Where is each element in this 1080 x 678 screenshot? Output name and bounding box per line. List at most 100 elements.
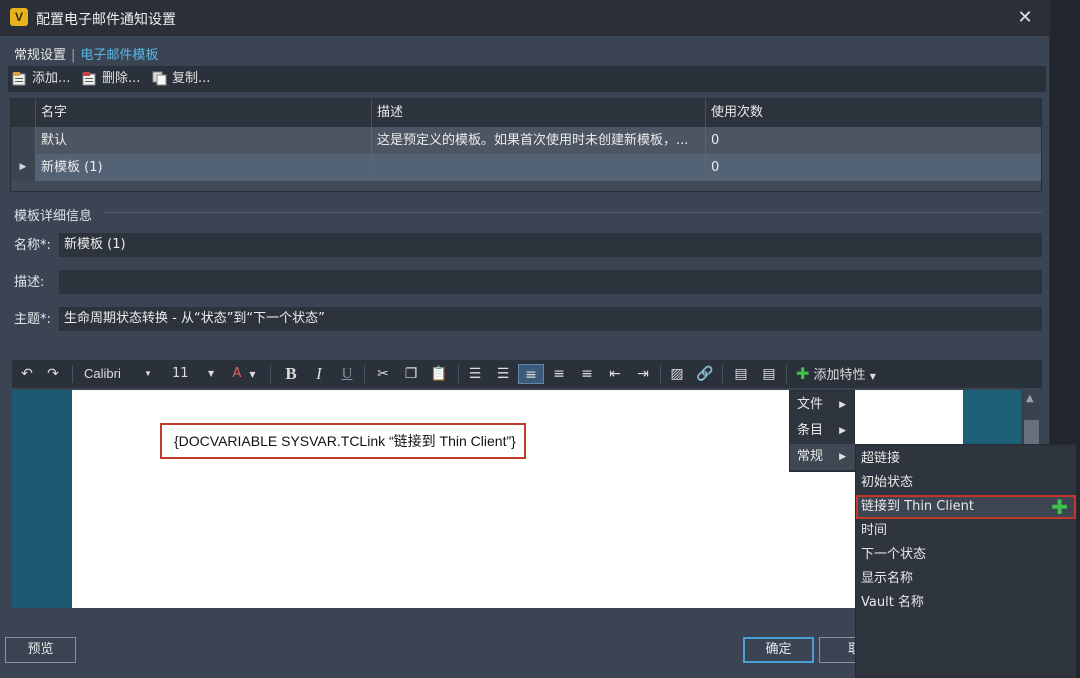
font-color-button[interactable]: A ▼ <box>224 364 264 384</box>
chevron-down-icon: ▼ <box>208 369 215 378</box>
menu-item-file[interactable]: 文件 ▶ <box>790 392 856 418</box>
menu-item-label: 文件 <box>797 397 824 412</box>
redo-icon[interactable]: ↷ <box>42 364 64 384</box>
editor-left-margin <box>12 390 72 608</box>
bold-icon[interactable]: B <box>280 364 302 384</box>
description-field[interactable] <box>59 270 1042 294</box>
column-header-count[interactable]: 使用次数 <box>705 99 1041 127</box>
name-field[interactable]: 新模板 (1) <box>59 233 1042 257</box>
add-property-button[interactable]: ✚ 添加特性 ▼ <box>792 364 886 384</box>
font-family-select[interactable]: Calibri ▼ <box>78 364 158 384</box>
template-toolbar: 添加... 删除... 复制... <box>8 66 1046 92</box>
submenu-item-time[interactable]: 时间 <box>856 519 1076 543</box>
window-title: 配置电子邮件通知设置 <box>36 12 176 28</box>
add-button-label: 添加... <box>32 71 71 86</box>
align-left-icon[interactable]: ≡ <box>518 364 544 384</box>
footer-icon[interactable]: ▤ <box>758 364 780 384</box>
font-size-select[interactable]: 11 ▼ <box>166 364 218 384</box>
cell-count: 0 <box>705 154 1041 181</box>
cell-description <box>371 154 705 181</box>
add-plus-icon[interactable]: ✚ <box>1051 497 1068 517</box>
copy-icon <box>152 71 167 86</box>
column-header-name[interactable]: 名字 <box>35 99 371 127</box>
general-submenu: 超链接 初始状态 链接到 Thin Client ✚ 时间 下一个状态 显示名称… <box>855 444 1077 678</box>
title-bar: V 配置电子邮件通知设置 ✕ <box>0 0 1049 36</box>
italic-icon[interactable]: I <box>308 364 330 384</box>
chevron-right-icon: ▶ <box>839 400 846 410</box>
font-family-value: Calibri <box>84 366 121 381</box>
tab-separator: | <box>71 48 76 63</box>
numbered-list-icon[interactable]: ☰ <box>492 364 514 384</box>
align-right-icon[interactable]: ≡ <box>576 364 598 384</box>
toolbar-separator <box>722 365 723 383</box>
font-color-icon: A <box>232 366 242 381</box>
add-plus-icon: ✚ <box>796 364 810 383</box>
copy-text-icon[interactable]: ❐ <box>400 364 422 384</box>
name-label: 名称*: <box>14 238 51 253</box>
row-indicator <box>11 127 35 154</box>
vault-app-icon: V <box>10 8 28 26</box>
submenu-item-label: 链接到 Thin Client <box>861 499 974 514</box>
cut-icon[interactable]: ✂ <box>372 364 394 384</box>
add-property-label: 添加特性 <box>813 368 866 383</box>
tab-strip: 常规设置 | 电子邮件模板 <box>14 44 158 63</box>
submenu-item-vault-name[interactable]: Vault 名称 <box>856 591 1076 615</box>
toolbar-separator <box>786 365 787 383</box>
submenu-item-next-state[interactable]: 下一个状态 <box>856 543 1076 567</box>
outdent-icon[interactable]: ⇤ <box>604 364 626 384</box>
column-header-description[interactable]: 描述 <box>371 99 705 127</box>
submenu-item-thin-client-link[interactable]: 链接到 Thin Client ✚ <box>856 495 1076 519</box>
chevron-right-icon: ▶ <box>839 452 846 462</box>
cell-description: 这是预定义的模板。如果首次使用时未创建新模板，... <box>371 127 705 154</box>
menu-item-item[interactable]: 条目 ▶ <box>790 418 856 444</box>
delete-button[interactable]: 删除... <box>80 70 140 88</box>
underline-icon[interactable]: U <box>336 364 358 384</box>
submenu-item-hyperlink[interactable]: 超链接 <box>856 447 1076 471</box>
font-size-value: 11 <box>172 366 189 381</box>
ok-button[interactable]: 确定 <box>743 637 814 663</box>
add-template-icon <box>12 72 26 86</box>
menu-item-label: 常规 <box>797 449 824 464</box>
insert-image-icon[interactable]: ▨ <box>666 364 688 384</box>
copy-button-label: 复制... <box>172 71 211 86</box>
toolbar-separator <box>660 365 661 383</box>
scroll-up-icon[interactable]: ▲ <box>1026 393 1034 404</box>
paste-icon[interactable]: 📋 <box>428 364 450 384</box>
align-center-icon[interactable]: ≡ <box>548 364 570 384</box>
insert-link-icon[interactable]: 🔗 <box>694 364 716 384</box>
table-row[interactable]: 默认 这是预定义的模板。如果首次使用时未创建新模板，... 0 <box>11 127 1041 154</box>
chevron-right-icon: ▶ <box>839 426 846 436</box>
subject-field[interactable]: 生命周期状态转换 - 从“状态”到“下一个状态” <box>59 307 1042 331</box>
chevron-down-icon: ▼ <box>144 369 152 378</box>
delete-template-icon <box>82 72 96 86</box>
close-icon[interactable]: ✕ <box>1012 6 1038 30</box>
chevron-down-icon: ▼ <box>869 372 876 381</box>
submenu-item-display-name[interactable]: 显示名称 <box>856 567 1076 591</box>
subject-label: 主题*: <box>14 312 51 327</box>
add-button[interactable]: 添加... <box>10 70 70 88</box>
cell-name: 默认 <box>35 127 371 154</box>
field-code-text[interactable]: {DOCVARIABLE SYSVAR.TCLink “链接到 Thin Cli… <box>160 423 526 459</box>
toolbar-separator <box>364 365 365 383</box>
template-table: 名字 描述 使用次数 默认 这是预定义的模板。如果首次使用时未创建新模板，...… <box>10 98 1042 192</box>
preview-button[interactable]: 预览 <box>5 637 76 663</box>
submenu-item-initial-state[interactable]: 初始状态 <box>856 471 1076 495</box>
toolbar-separator <box>72 365 73 383</box>
details-section-label: 模板详细信息 <box>14 209 93 224</box>
indent-icon[interactable]: ⇥ <box>632 364 654 384</box>
copy-button[interactable]: 复制... <box>150 70 210 88</box>
bullet-list-icon[interactable]: ☰ <box>464 364 486 384</box>
table-row-selected[interactable]: ▶ 新模板 (1) 0 <box>11 154 1041 181</box>
cell-count: 0 <box>705 127 1041 154</box>
table-header: 名字 描述 使用次数 <box>11 99 1041 127</box>
tab-general-settings[interactable]: 常规设置 <box>14 44 66 63</box>
tab-email-templates[interactable]: 电子邮件模板 <box>80 44 158 63</box>
menu-item-general[interactable]: 常规 ▶ <box>790 444 856 470</box>
undo-icon[interactable]: ↶ <box>16 364 38 384</box>
toolbar-separator <box>270 365 271 383</box>
chevron-down-icon: ▼ <box>249 370 256 379</box>
section-divider <box>104 212 1042 213</box>
current-row-arrow-icon: ▶ <box>11 154 35 181</box>
delete-button-label: 删除... <box>102 71 141 86</box>
header-icon[interactable]: ▤ <box>730 364 752 384</box>
